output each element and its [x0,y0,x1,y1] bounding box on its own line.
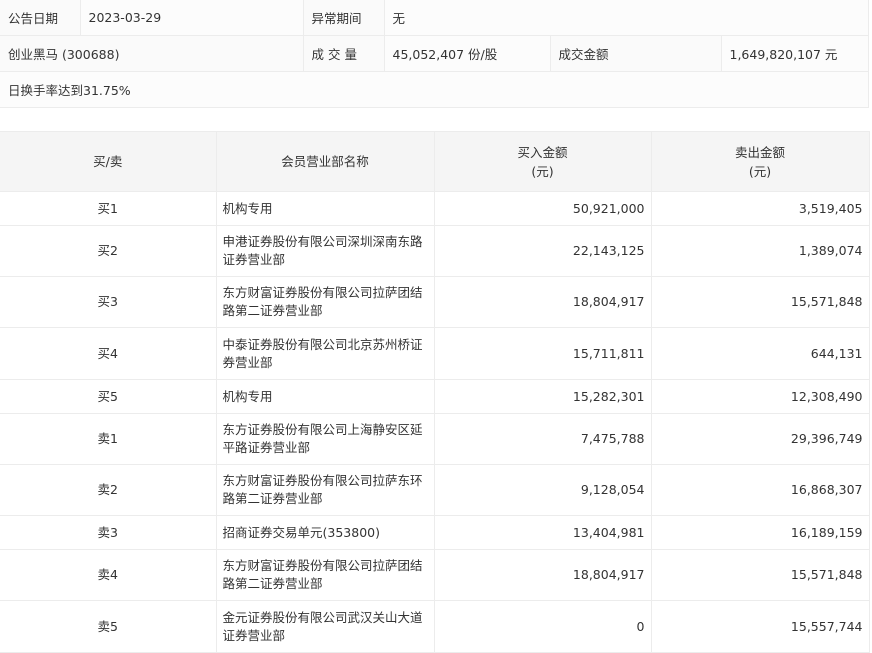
table-row: 买4 中泰证券股份有限公司北京苏州桥证券营业部 15,711,811 644,131 [0,327,870,380]
table-row: 卖4 东方财富证券股份有限公司拉萨团结路第二证券营业部 18,804,917 15,5… [0,549,870,601]
buy-amount-cell: 13,404,981 [433,515,652,550]
table-row: 买2 申港证券股份有限公司深圳深南东路证券营业部 22,143,125 1,389,0… [0,225,870,277]
announce-date-label: 公告日期 [0,0,81,36]
volume-label: 成 交 量 [302,35,385,72]
amount-label: 成交金额 [549,35,722,72]
volume-value: 45,052,407 份/股 [383,35,551,72]
announce-date-value: 2023-03-29 [79,0,304,36]
branch-name-cell: 东方财富证券股份有限公司拉萨东环路第二证券营业部 [215,464,435,516]
side-cell: 买2 [0,225,217,277]
side-cell: 买4 [0,327,217,380]
buy-amount-cell: 22,143,125 [433,225,652,277]
branch-name-cell: 机构专用 [215,191,435,226]
sell-amount-cell: 15,571,848 [650,276,870,328]
buy-amount-cell: 15,282,301 [433,379,652,414]
table-row: 卖2 东方财富证券股份有限公司拉萨东环路第二证券营业部 9,128,054 16,86… [0,464,870,516]
header-buy: 买入金额 (元) [433,131,652,192]
side-cell: 卖3 [0,515,217,550]
sell-amount-cell: 3,519,405 [650,191,870,226]
sell-amount-cell: 12,308,490 [650,379,870,414]
summary-row: 日换手率达到31.75% [0,71,869,108]
table-row: 买3 东方财富证券股份有限公司拉萨团结路第二证券营业部 18,804,917 15,5… [0,276,870,328]
table-row: 卖3 招商证券交易单元(353800) 13,404,981 16,189,159 [0,515,870,550]
side-cell: 买5 [0,379,217,414]
header-name: 会员营业部名称 [215,131,435,192]
buy-amount-cell: 50,921,000 [433,191,652,226]
table-row: 买1 机构专用 50,921,000 3,519,405 [0,191,870,226]
side-cell: 卖2 [0,464,217,516]
table-header: 买/卖 会员营业部名称 买入金额 (元) 卖出金额 (元) [0,131,870,192]
summary-row: 创业黑马 (300688) 成 交 量 45,052,407 份/股 成交金额 … [0,35,869,72]
trading-table: 买/卖 会员营业部名称 买入金额 (元) 卖出金额 (元) 买1 机构专用 50,921… [0,131,870,653]
branch-name-cell: 申港证券股份有限公司深圳深南东路证券营业部 [215,225,435,277]
side-cell: 买1 [0,191,217,226]
sell-amount-cell: 16,189,159 [650,515,870,550]
branch-name-cell: 机构专用 [215,379,435,414]
sell-amount-cell: 16,868,307 [650,464,870,516]
period-value: 无 [383,0,869,36]
summary-row: 公告日期 2023-03-29 异常期间 无 [0,0,869,36]
sell-amount-cell: 1,389,074 [650,225,870,277]
branch-name-cell: 东方财富证券股份有限公司拉萨团结路第二证券营业部 [215,549,435,601]
buy-amount-cell: 7,475,788 [433,413,652,465]
side-cell: 卖1 [0,413,217,465]
side-cell: 买3 [0,276,217,328]
amount-value: 1,649,820,107 元 [720,35,869,72]
header-sell: 卖出金额 (元) [650,131,870,192]
sell-amount-cell: 15,557,744 [650,600,870,653]
table-row: 买5 机构专用 15,282,301 12,308,490 [0,379,870,414]
branch-name-cell: 金元证券股份有限公司武汉关山大道证券营业部 [215,600,435,653]
sell-amount-cell: 644,131 [650,327,870,380]
period-label: 异常期间 [302,0,385,36]
buy-amount-cell: 0 [433,600,652,653]
header-side: 买/卖 [0,131,217,192]
summary-table: 公告日期 2023-03-29 异常期间 无 创业黑马 (300688) 成 交… [0,0,869,108]
reason-text: 日换手率达到31.75% [0,71,869,108]
side-cell: 卖5 [0,600,217,653]
table-row: 卖5 金元证券股份有限公司武汉关山大道证券营业部 0 15,557,744 [0,600,870,653]
buy-amount-cell: 18,804,917 [433,276,652,328]
buy-amount-cell: 9,128,054 [433,464,652,516]
branch-name-cell: 招商证券交易单元(353800) [215,515,435,550]
table-row: 卖1 东方证券股份有限公司上海静安区延平路证券营业部 7,475,788 29,396… [0,413,870,465]
branch-name-cell: 东方财富证券股份有限公司拉萨团结路第二证券营业部 [215,276,435,328]
stock-name: 创业黑马 (300688) [0,35,304,72]
sell-amount-cell: 29,396,749 [650,413,870,465]
branch-name-cell: 中泰证券股份有限公司北京苏州桥证券营业部 [215,327,435,380]
sell-amount-cell: 15,571,848 [650,549,870,601]
side-cell: 卖4 [0,549,217,601]
branch-name-cell: 东方证券股份有限公司上海静安区延平路证券营业部 [215,413,435,465]
buy-amount-cell: 15,711,811 [433,327,652,380]
buy-amount-cell: 18,804,917 [433,549,652,601]
